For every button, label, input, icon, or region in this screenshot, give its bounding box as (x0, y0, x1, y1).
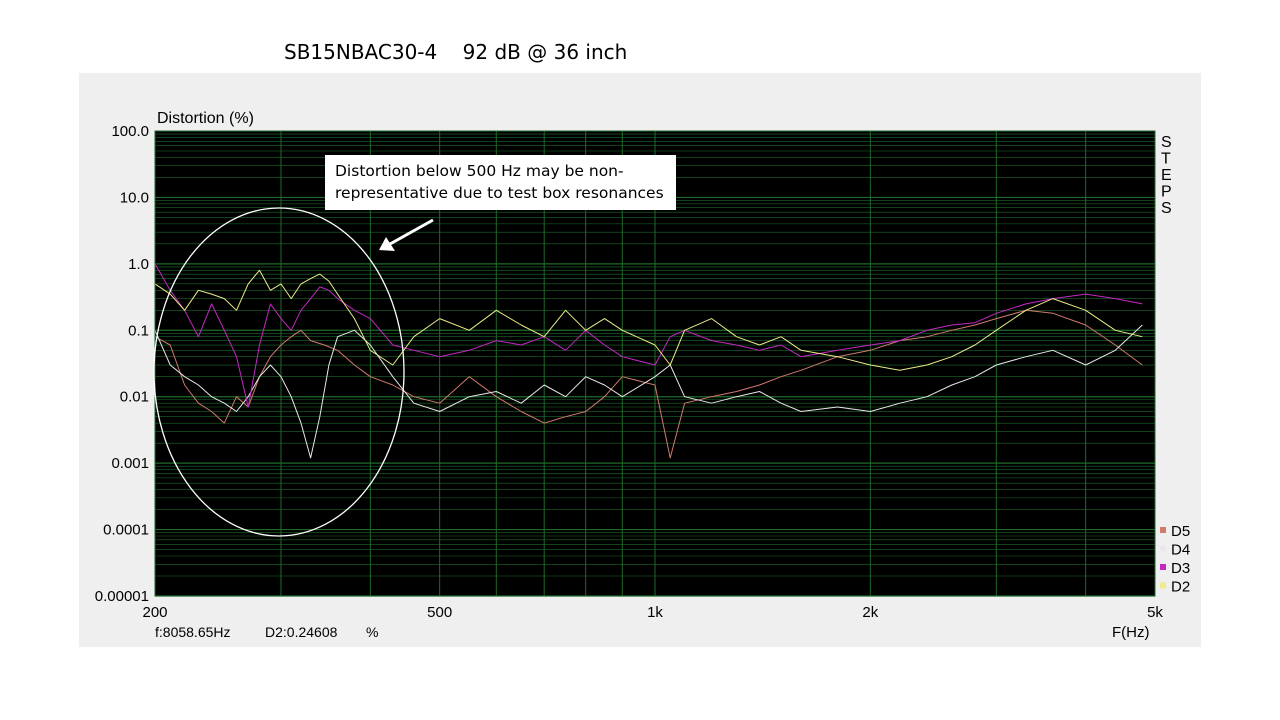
y-tick-label: 100.0 (111, 123, 149, 140)
legend: D5 D4D3 D2 (1160, 523, 1190, 596)
x-tick-label: 2k (862, 604, 878, 621)
y-tick-labels: 100.0 10.0 1.0 0.1 0.01 0.001 0.0001 0.00001 (95, 123, 149, 605)
y-tick-label: 0.001 (111, 455, 149, 472)
legend-label-d4: D4 (1171, 542, 1190, 559)
y-tick-label: 1.0 (128, 256, 149, 273)
legend-label-d2: D2 (1171, 579, 1190, 596)
cursor-frequency: f:8058.65Hz (155, 624, 231, 640)
legend-label-d3: D3 (1171, 560, 1190, 577)
y-tick-label: 0.0001 (103, 522, 149, 539)
legend-swatch-d4 (1160, 545, 1166, 552)
annotation-box: Distortion below 500 Hz may be non-repre… (325, 155, 676, 210)
y-tick-label: 0.01 (120, 389, 149, 406)
steps-label: STEPS (1161, 134, 1172, 217)
y-tick-label: 0.00001 (95, 588, 149, 605)
legend-swatch-d5 (1160, 527, 1166, 533)
legend-swatch-d3 (1160, 564, 1166, 570)
x-tick-label: 200 (142, 604, 167, 621)
y-tick-label: 0.1 (128, 322, 149, 339)
cursor-unit: % (366, 624, 378, 640)
cursor-value: D2:0.24608 (265, 624, 338, 640)
x-tick-label: 1k (647, 604, 663, 621)
x-tick-labels: 200 500 1k 2k 5k (142, 604, 1163, 621)
distortion-chart: 100.0 10.0 1.0 0.1 0.01 0.001 0.0001 0.00001 20… (95, 110, 1190, 641)
x-tick-label: 500 (427, 604, 452, 621)
y-axis-label: Distortion (%) (157, 110, 254, 127)
x-axis-label: F(Hz) (1112, 624, 1150, 641)
legend-swatch-d2 (1160, 582, 1166, 589)
y-tick-label: 10.0 (120, 189, 149, 206)
x-tick-label: 5k (1147, 604, 1163, 621)
legend-label-d5: D5 (1171, 523, 1190, 540)
